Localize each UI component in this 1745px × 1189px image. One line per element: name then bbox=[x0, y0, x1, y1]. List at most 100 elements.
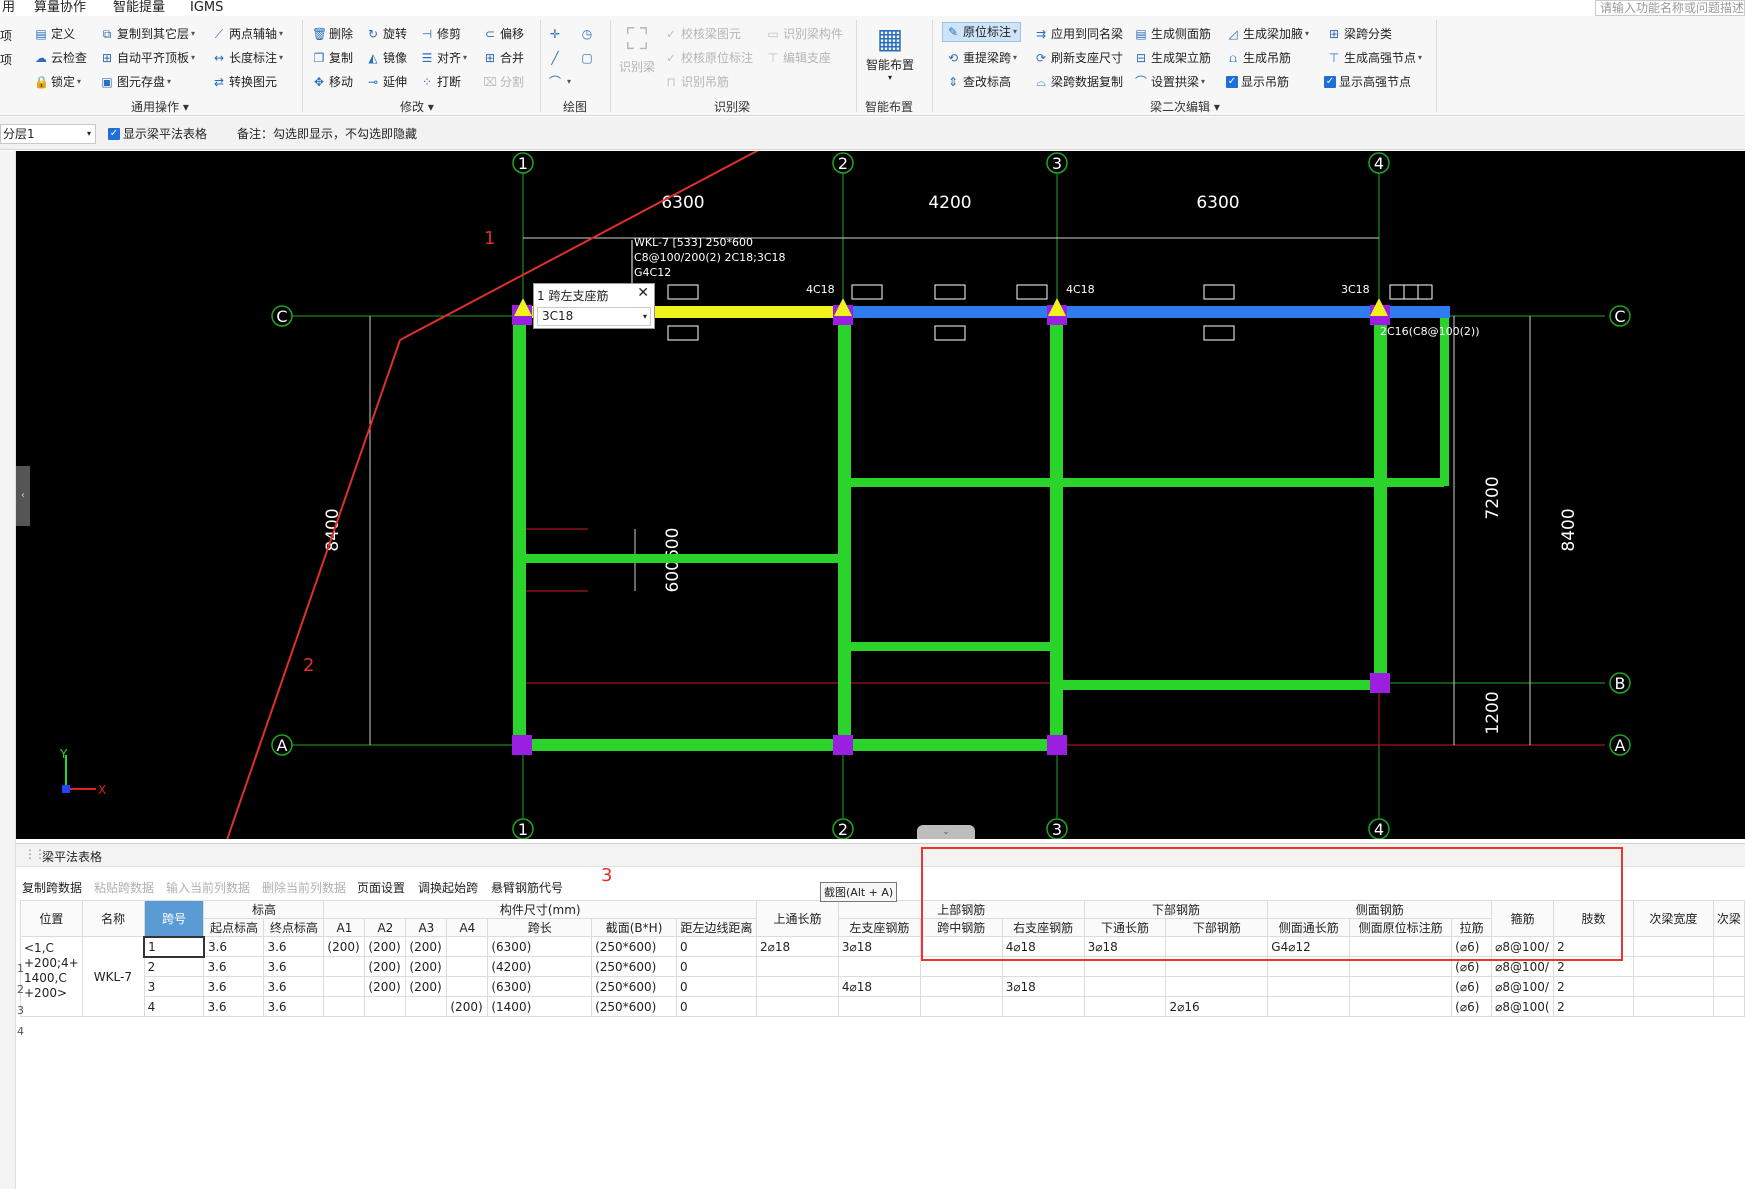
table-cell[interactable]: (250*600) bbox=[591, 956, 678, 977]
trim-button[interactable]: ⊣ 修剪 bbox=[420, 24, 461, 44]
align-button[interactable]: ☰ 对齐 ▾ bbox=[420, 48, 467, 68]
arc-tool-button[interactable]: ⌒ ▾ bbox=[548, 72, 571, 92]
table-cell[interactable]: (200) bbox=[323, 936, 366, 957]
table-cell[interactable] bbox=[446, 976, 489, 997]
table-cell[interactable]: (250*600) bbox=[591, 996, 678, 1017]
show-hs-joint-checkbox[interactable]: ✓ 显示高强节点 bbox=[1324, 72, 1411, 92]
side-collapse-handle[interactable]: ‹ bbox=[16, 466, 30, 526]
col-left-offset[interactable]: 距左边线距离 bbox=[676, 918, 758, 937]
table-cell[interactable]: (⌀6) bbox=[1451, 976, 1493, 997]
table-cell[interactable]: (200) bbox=[405, 976, 448, 997]
table-cell[interactable]: 3.6 bbox=[263, 936, 325, 957]
col-span-length[interactable]: 跨长 bbox=[487, 918, 593, 937]
table-cell[interactable] bbox=[1632, 936, 1714, 957]
table-cell[interactable] bbox=[837, 956, 921, 977]
rect-tool-button[interactable]: ▢ bbox=[580, 48, 597, 68]
table-cell[interactable]: 2 bbox=[1553, 996, 1634, 1017]
table-cell[interactable]: 3.6 bbox=[203, 976, 265, 997]
table-cell[interactable] bbox=[1632, 976, 1714, 997]
copy-button[interactable]: ❐ 复制 bbox=[312, 48, 353, 68]
menu-item-igms[interactable]: IGMS bbox=[190, 0, 223, 15]
group-label-beam-edit[interactable]: 梁二次编辑 ▾ bbox=[1150, 98, 1220, 115]
line-tool-button[interactable]: ╱ bbox=[548, 48, 565, 68]
col-name[interactable]: 名称 bbox=[81, 900, 145, 937]
col-secondary[interactable]: 次梁 bbox=[1712, 900, 1745, 937]
edit-support-button[interactable]: ⊤ 编辑支座 bbox=[766, 48, 831, 68]
table-cell[interactable] bbox=[1632, 996, 1714, 1017]
table-cell[interactable]: 3⌀18 bbox=[837, 936, 921, 957]
table-cell[interactable]: (200) bbox=[364, 976, 407, 997]
copy-span-button[interactable]: 复制跨数据 bbox=[22, 879, 82, 896]
mirror-button[interactable]: ◭ 镜像 bbox=[366, 48, 407, 68]
table-cell[interactable] bbox=[919, 996, 1003, 1017]
point-tool-button[interactable]: ✛ bbox=[548, 24, 565, 44]
table-cell[interactable]: (200) bbox=[405, 956, 448, 977]
extend-button[interactable]: ⊸ 延伸 bbox=[366, 72, 407, 92]
set-arch-beam-button[interactable]: ⌒ 设置拱梁 ▾ bbox=[1134, 72, 1205, 92]
span-classify-button[interactable]: ⊞ 梁跨分类 bbox=[1327, 24, 1392, 44]
table-cell[interactable] bbox=[837, 996, 921, 1017]
menu-item-smart-quantity[interactable]: 智能提量 bbox=[113, 0, 165, 15]
table-cell[interactable] bbox=[756, 996, 839, 1017]
define-button[interactable]: ▤ 定义 bbox=[34, 24, 75, 44]
col-a1[interactable]: A1 bbox=[323, 918, 366, 937]
drag-handle-icon[interactable]: ⋮⋮ bbox=[24, 847, 46, 861]
table-cell[interactable] bbox=[1349, 996, 1453, 1017]
col-a4[interactable]: A4 bbox=[446, 918, 489, 937]
table-cell[interactable] bbox=[1267, 976, 1351, 997]
table-cell[interactable]: ⌀8@100/ bbox=[1491, 976, 1555, 997]
table-cell[interactable] bbox=[756, 956, 839, 977]
table-cell[interactable]: 2⌀18 bbox=[756, 936, 839, 957]
show-hanger-checkbox[interactable]: ✓ 显示吊筋 bbox=[1226, 72, 1289, 92]
cell-span-no[interactable]: 1 bbox=[143, 935, 205, 958]
rotate-button[interactable]: ↻ 旋转 bbox=[366, 24, 407, 44]
cloud-check-button[interactable]: ☁ 云检查 bbox=[34, 48, 87, 68]
table-cell[interactable] bbox=[756, 976, 839, 997]
layer-select[interactable]: 分层1 ▾ bbox=[0, 124, 96, 144]
save-element-button[interactable]: ▣ 图元存盘 ▾ bbox=[100, 72, 171, 92]
table-cell[interactable] bbox=[1712, 936, 1745, 957]
table-cell[interactable]: 3.6 bbox=[263, 976, 325, 997]
col-start-elev[interactable]: 起点标高 bbox=[203, 918, 265, 937]
table-cell[interactable]: 2⌀16 bbox=[1165, 996, 1269, 1017]
copy-to-layer-button[interactable]: ⧉ 复制到其它层 ▾ bbox=[100, 24, 195, 44]
table-cell[interactable]: 3.6 bbox=[203, 996, 265, 1017]
table-cell[interactable] bbox=[919, 976, 1003, 997]
table-cell[interactable]: 3.6 bbox=[203, 936, 265, 957]
table-cell[interactable]: 3⌀18 bbox=[1001, 976, 1085, 997]
table-cell[interactable]: (4200) bbox=[487, 956, 593, 977]
table-cell[interactable] bbox=[1712, 956, 1745, 977]
col-section[interactable]: 截面(B*H) bbox=[591, 918, 678, 937]
table-cell[interactable] bbox=[1712, 976, 1745, 997]
table-cell[interactable] bbox=[323, 956, 366, 977]
paste-span-button[interactable]: 粘贴跨数据 bbox=[94, 879, 154, 896]
rebar-value-select[interactable]: 3C18 ▾ bbox=[537, 307, 651, 326]
lock-button[interactable]: 🔒 锁定 ▾ bbox=[34, 72, 81, 92]
group-label-modify[interactable]: 修改 ▾ bbox=[400, 98, 434, 115]
cell-name[interactable]: WKL-7 bbox=[81, 936, 145, 1017]
ribbon-stub-2[interactable]: 项 bbox=[0, 50, 12, 70]
cantilever-code-button[interactable]: 悬臂钢筋代号 bbox=[491, 879, 563, 896]
table-cell[interactable]: (200) bbox=[364, 956, 407, 977]
move-button[interactable]: ✥ 移动 bbox=[312, 72, 353, 92]
table-cell[interactable] bbox=[1165, 976, 1269, 997]
table-cell[interactable]: 0 bbox=[676, 956, 758, 977]
table-cell[interactable] bbox=[1001, 996, 1085, 1017]
table-cell[interactable] bbox=[446, 936, 489, 957]
col-a2[interactable]: A2 bbox=[364, 918, 407, 937]
function-search-input[interactable]: 请输入功能名称或问题描述 bbox=[1595, 0, 1745, 16]
col-end-elev[interactable]: 终点标高 bbox=[263, 918, 325, 937]
edit-elevation-button[interactable]: ⇕ 查改标高 bbox=[946, 72, 1011, 92]
gen-side-rebar-button[interactable]: ▤ 生成侧面筋 bbox=[1134, 24, 1211, 44]
split-button[interactable]: ⌧ 分割 bbox=[483, 72, 524, 92]
table-cell[interactable] bbox=[364, 996, 407, 1017]
ribbon-stub-1[interactable]: 项 bbox=[0, 26, 12, 46]
check-annotation-button[interactable]: ✓ 校核原位标注 bbox=[664, 48, 753, 68]
in-place-annotation-button[interactable]: ✎ 原位标注 ▾ bbox=[942, 22, 1022, 42]
offset-button[interactable]: ⊂ 偏移 bbox=[483, 24, 524, 44]
table-cell[interactable]: (250*600) bbox=[591, 936, 678, 957]
gen-haunch-button[interactable]: ◿ 生成梁加腋 ▾ bbox=[1226, 24, 1309, 44]
convert-element-button[interactable]: ⇄ 转换图元 bbox=[212, 72, 277, 92]
swap-start-span-button[interactable]: 调换起始跨 bbox=[418, 879, 478, 896]
delete-column-button[interactable]: 删除当前列数据 bbox=[262, 879, 346, 896]
